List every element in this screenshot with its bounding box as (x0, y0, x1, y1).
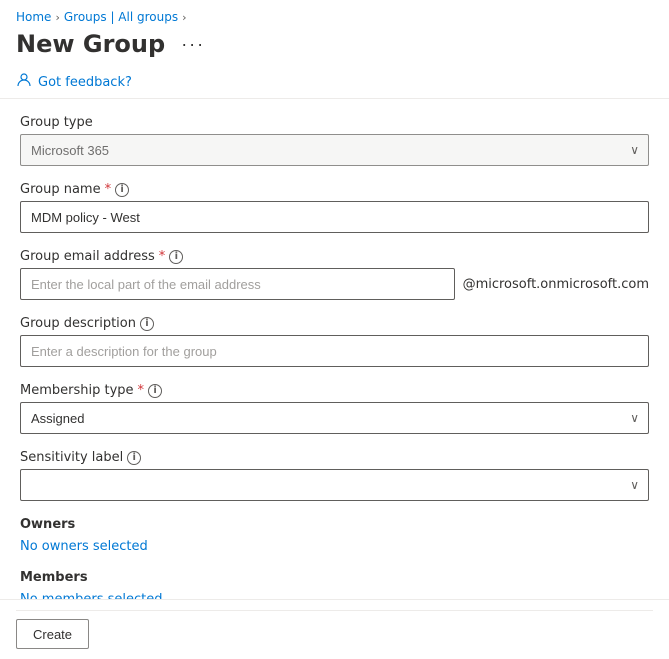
sensitivity-label-info-icon[interactable]: i (127, 451, 141, 465)
page-title: New Group (16, 30, 165, 58)
breadcrumb-sep-1: › (55, 11, 59, 24)
feedback-icon (16, 72, 32, 92)
group-email-info-icon[interactable]: i (169, 250, 183, 264)
group-description-info-icon[interactable]: i (140, 317, 154, 331)
members-label: Members (20, 570, 649, 585)
group-type-select[interactable]: Microsoft 365SecurityMail-enabled securi… (20, 134, 649, 166)
group-type-select-wrapper: Microsoft 365SecurityMail-enabled securi… (20, 134, 649, 166)
breadcrumb-sep-2: › (182, 11, 186, 24)
sensitivity-label-field: Sensitivity label i ∨ (20, 450, 649, 501)
page-header: New Group ··· (0, 28, 669, 66)
no-owners-link[interactable]: No owners selected (20, 539, 148, 554)
page-container: Home › Groups | All groups › New Group ·… (0, 0, 669, 659)
members-section: Members No members selected (20, 570, 649, 599)
membership-type-label: Membership type * i (20, 383, 649, 398)
group-name-label: Group name * i (20, 182, 649, 197)
footer: Create (0, 599, 669, 659)
group-email-label: Group email address * i (20, 249, 649, 264)
breadcrumb-home[interactable]: Home (16, 10, 51, 24)
email-domain: @microsoft.onmicrosoft.com (463, 277, 649, 292)
more-options-button[interactable]: ··· (175, 32, 211, 57)
sensitivity-label-select-wrapper: ∨ (20, 469, 649, 501)
sensitivity-label-select[interactable] (20, 469, 649, 501)
group-description-field: Group description i (20, 316, 649, 367)
group-email-input[interactable] (20, 268, 455, 300)
form-scroll-area: Group type Microsoft 365SecurityMail-ena… (0, 99, 669, 599)
feedback-link[interactable]: Got feedback? (38, 75, 132, 90)
owners-label: Owners (20, 517, 649, 532)
group-description-input[interactable] (20, 335, 649, 367)
membership-type-field: Membership type * i AssignedDynamic User… (20, 383, 649, 434)
membership-type-required: * (138, 383, 145, 398)
group-type-field: Group type Microsoft 365SecurityMail-ena… (20, 115, 649, 166)
group-name-required: * (105, 182, 112, 197)
group-name-info-icon[interactable]: i (115, 183, 129, 197)
form-container: Group type Microsoft 365SecurityMail-ena… (0, 99, 669, 599)
create-button[interactable]: Create (16, 619, 89, 649)
owners-section: Owners No owners selected (20, 517, 649, 554)
membership-type-select[interactable]: AssignedDynamic UserDynamic Device (20, 402, 649, 434)
email-row: @microsoft.onmicrosoft.com (20, 268, 649, 300)
group-type-label: Group type (20, 115, 649, 130)
group-name-input[interactable] (20, 201, 649, 233)
no-members-link[interactable]: No members selected (20, 592, 163, 599)
sensitivity-label-label: Sensitivity label i (20, 450, 649, 465)
email-input-wrapper (20, 268, 455, 300)
group-email-field: Group email address * i @microsoft.onmic… (20, 249, 649, 300)
footer-divider (16, 610, 653, 611)
group-name-field: Group name * i (20, 182, 649, 233)
group-email-required: * (159, 249, 166, 264)
membership-type-select-wrapper: AssignedDynamic UserDynamic Device ∨ (20, 402, 649, 434)
breadcrumb-groups[interactable]: Groups | All groups (64, 10, 178, 24)
membership-type-info-icon[interactable]: i (148, 384, 162, 398)
breadcrumb: Home › Groups | All groups › (0, 0, 669, 28)
group-description-label: Group description i (20, 316, 649, 331)
feedback-bar: Got feedback? (0, 66, 669, 99)
